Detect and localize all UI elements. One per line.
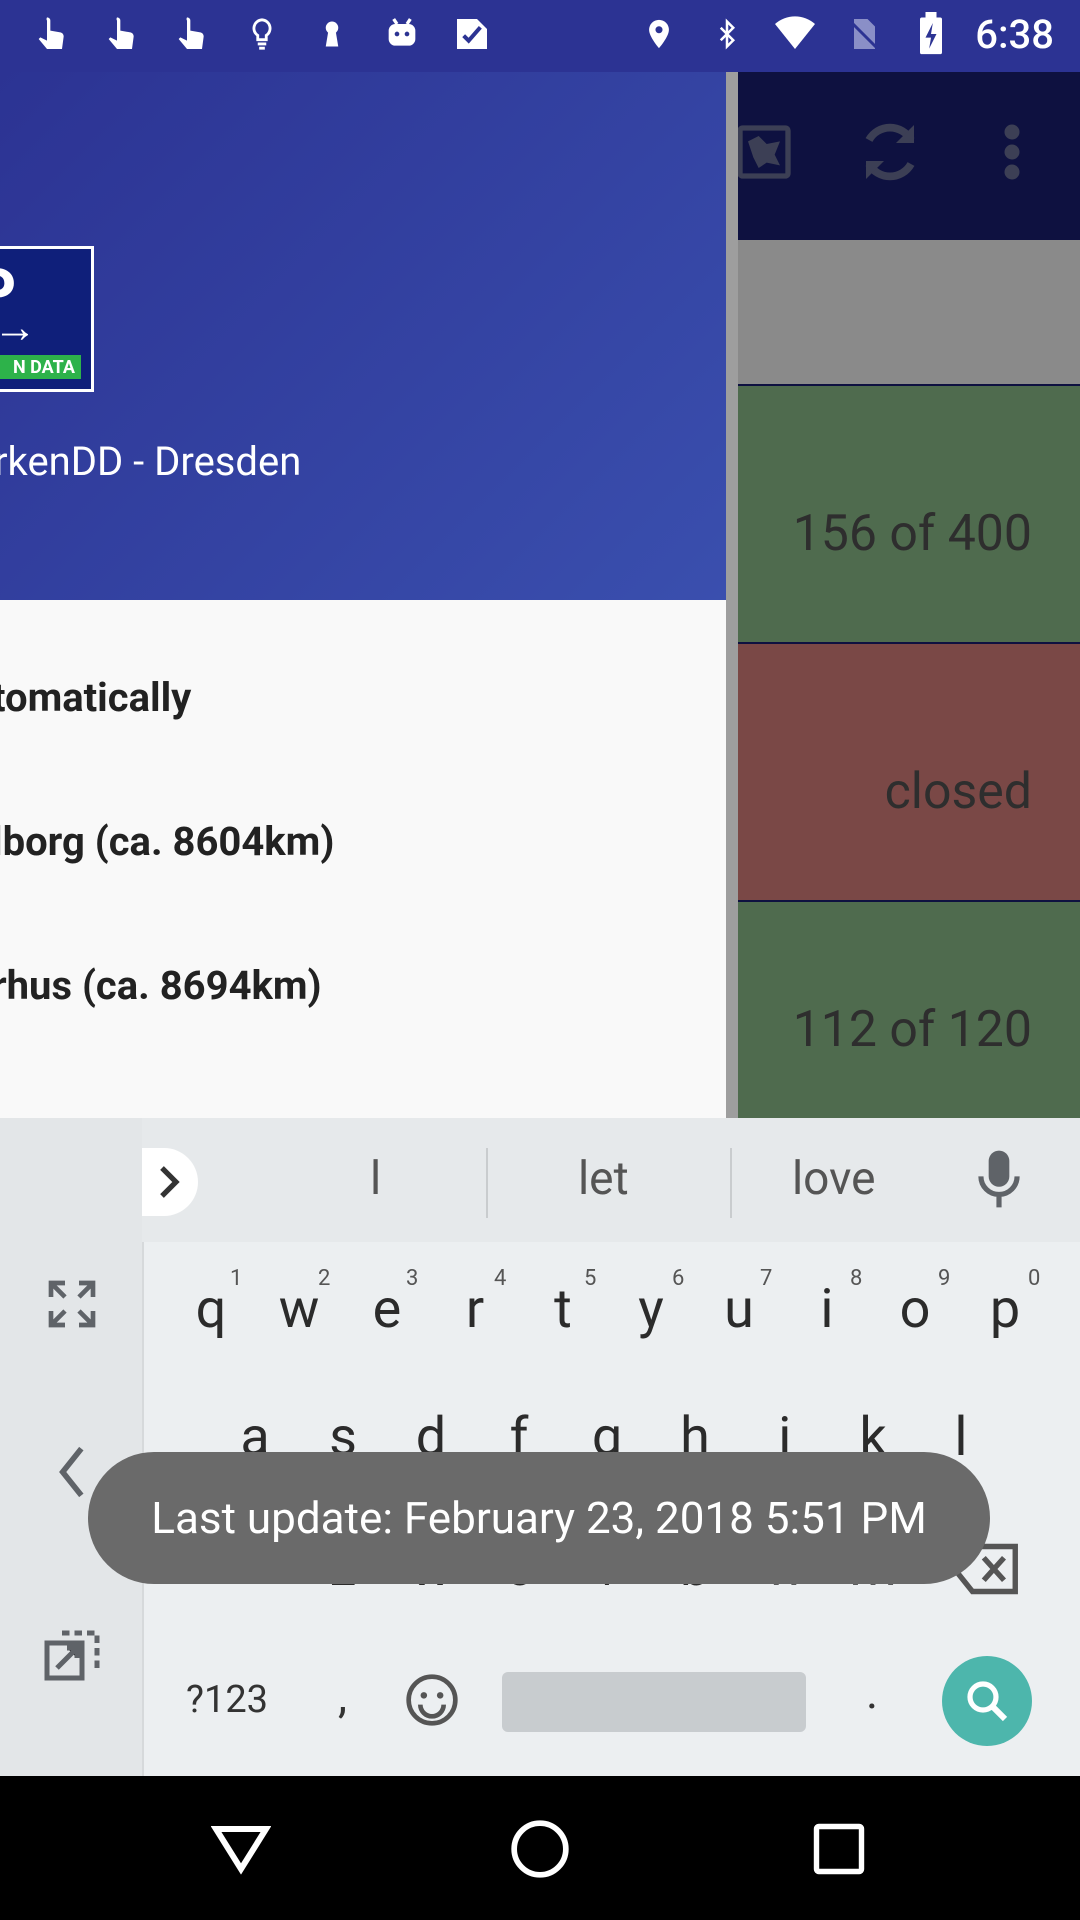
status-icons-right: 6:38 (635, 10, 1054, 58)
drawer-item-city[interactable]: rhus (ca. 8694km) (0, 962, 322, 1009)
key-hint: 6 (672, 1266, 685, 1291)
divider (730, 1148, 732, 1218)
drawer-item-auto[interactable]: tomatically (0, 674, 191, 721)
no-sim-icon (839, 10, 887, 58)
battery-charging-icon (907, 10, 955, 58)
bulb-icon (238, 10, 286, 58)
bluetooth-icon (703, 10, 751, 58)
fullscreen-icon[interactable] (36, 1268, 108, 1340)
key-hint: 3 (406, 1266, 419, 1291)
home-icon[interactable] (505, 1814, 575, 1884)
refresh-icon[interactable] (850, 112, 930, 192)
key-hint: 8 (850, 1266, 863, 1291)
drawer-item-city[interactable]: lborg (ca. 8604km) (0, 818, 334, 865)
keyhole-icon (308, 10, 356, 58)
lot-row-header (738, 240, 1080, 384)
key-hint: 2 (318, 1266, 331, 1291)
suggestion-strip: l let love (142, 1118, 1080, 1242)
comma-key[interactable]: , (338, 1670, 347, 1724)
search-key[interactable] (942, 1656, 1032, 1746)
back-icon[interactable] (206, 1814, 276, 1884)
clock: 6:38 (975, 10, 1054, 58)
app-toolbar (737, 72, 1080, 240)
key-hint: 1 (230, 1266, 243, 1291)
suggestion[interactable]: l (370, 1152, 381, 1206)
divider (486, 1148, 488, 1218)
float-keyboard-icon[interactable] (36, 1622, 108, 1694)
search-icon (967, 1681, 1008, 1722)
touch-icon (28, 10, 76, 58)
key-hint: 0 (1028, 1266, 1041, 1291)
drawer-title: rkenDD - Dresden (0, 438, 302, 485)
lot-row[interactable]: closed (738, 644, 1080, 900)
app-logo: P → N DATA (0, 246, 94, 392)
drawer-scrim-edge (726, 72, 738, 1118)
lot-row[interactable]: 156 of 400 (738, 386, 1080, 642)
soft-keyboard: l let love q w e r t y u i o p 1 2 3 4 5… (0, 1118, 1080, 1776)
suggestion[interactable]: let (578, 1152, 629, 1206)
status-icons-left (28, 10, 496, 58)
lot-row[interactable]: 112 of 120 (738, 902, 1080, 1118)
navigation-drawer: P → N DATA rkenDD - Dresden tomatically … (0, 72, 738, 1118)
suggestion[interactable]: love (792, 1152, 875, 1206)
period-key[interactable]: . (866, 1666, 878, 1720)
lot-availability: 112 of 120 (792, 1001, 1032, 1059)
key-hint: 4 (494, 1266, 507, 1291)
status-bar: 6:38 (0, 0, 1080, 72)
space-bar[interactable] (502, 1672, 806, 1732)
symbols-key[interactable]: ?123 (186, 1678, 268, 1722)
touch-icon (168, 10, 216, 58)
key-hint: 7 (760, 1266, 773, 1291)
lot-availability: closed (884, 763, 1032, 821)
wifi-icon (771, 10, 819, 58)
keyboard-side-panel (0, 1118, 144, 1776)
drawer-header: P → N DATA rkenDD - Dresden (0, 72, 726, 600)
system-nav-bar (0, 1776, 1080, 1920)
key-hint: 5 (584, 1266, 597, 1291)
arrow-icon: → (0, 301, 37, 353)
check-icon (448, 10, 496, 58)
emoji-icon[interactable] (404, 1672, 460, 1732)
app-content: 156 of 400 closed 112 of 120 (737, 72, 1080, 1118)
touch-icon (98, 10, 146, 58)
more-options-icon[interactable] (972, 112, 1052, 192)
mic-icon[interactable] (976, 1148, 1022, 1214)
key-hint: 9 (938, 1266, 951, 1291)
recents-icon[interactable] (804, 1814, 874, 1884)
toast-message: Last update: February 23, 2018 5:51 PM (88, 1452, 990, 1584)
lot-availability: 156 of 400 (792, 505, 1032, 563)
android-icon (378, 10, 426, 58)
location-icon (635, 10, 683, 58)
